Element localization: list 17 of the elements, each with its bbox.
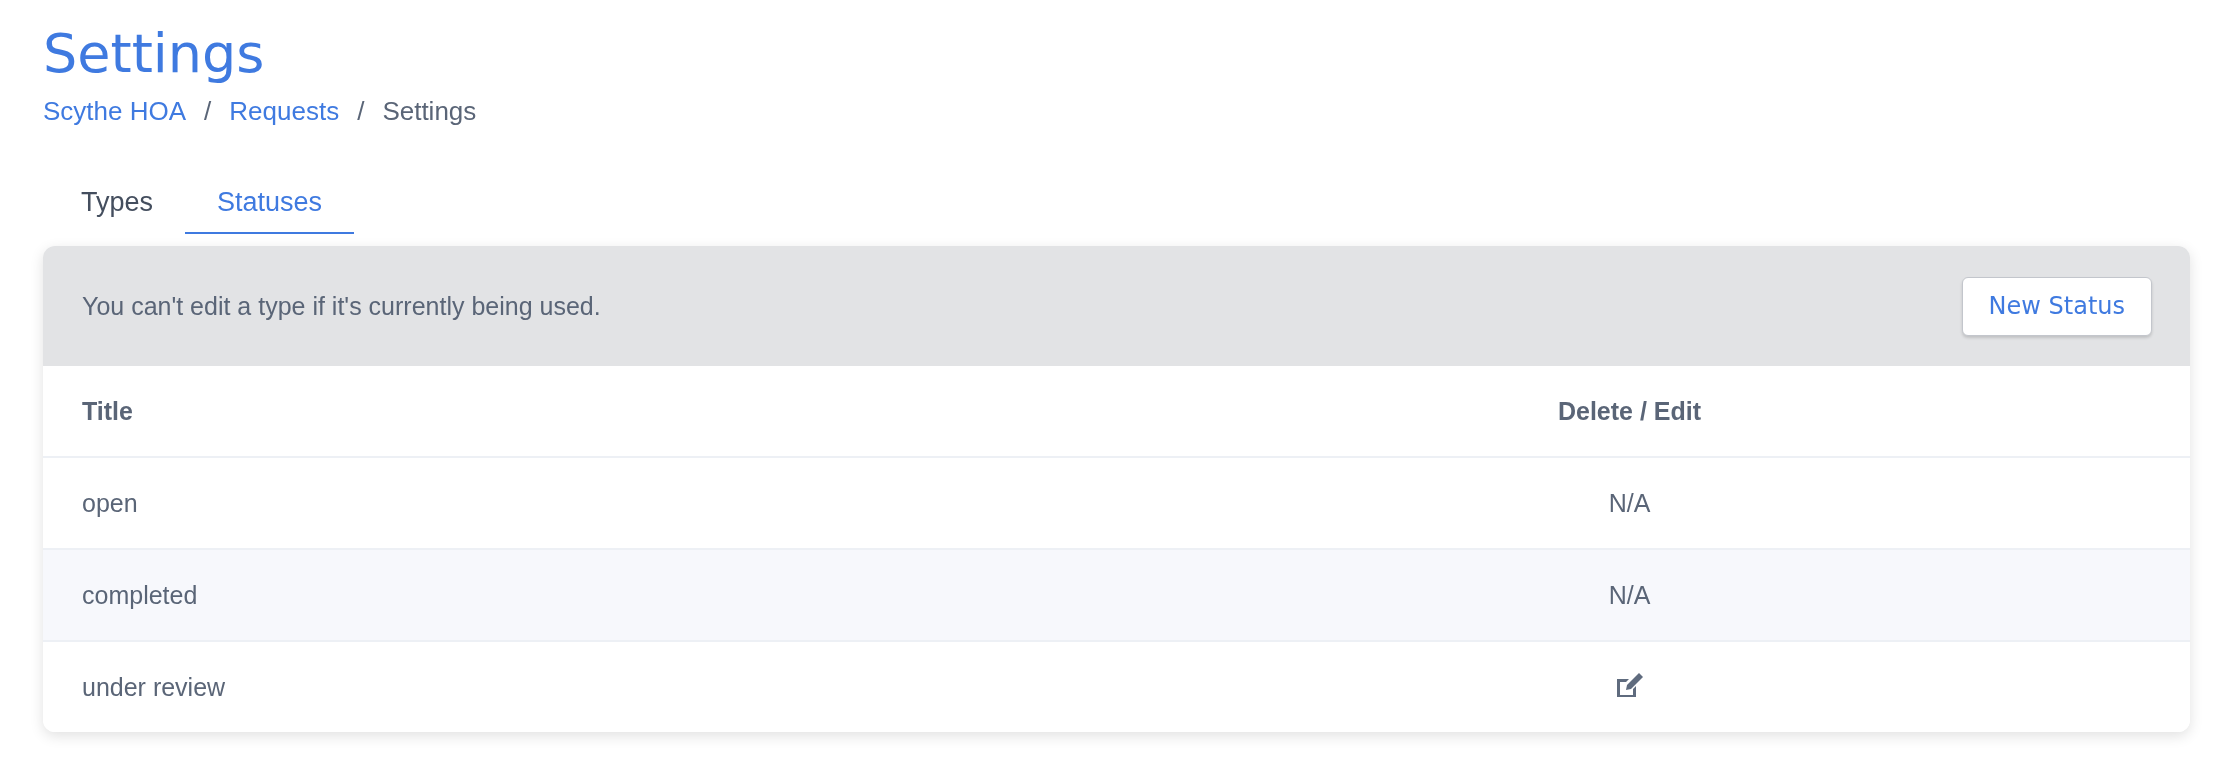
- breadcrumb-link[interactable]: Scythe HOA: [43, 96, 187, 127]
- table-cell-text: under review: [81, 672, 226, 702]
- page-title: Settings: [43, 22, 266, 86]
- breadcrumb-separator: /: [357, 96, 365, 127]
- tab[interactable]: Statuses: [185, 177, 355, 234]
- tab[interactable]: Types: [75, 177, 186, 234]
- table-cell: N/A: [1608, 580, 1651, 610]
- new-status-button[interactable]: New Status: [1961, 276, 2152, 336]
- column-header: Delete / Edit: [1557, 396, 1702, 426]
- table-cell: N/A: [1608, 488, 1651, 518]
- table-cell-text: completed: [81, 580, 198, 610]
- breadcrumb-current-page: Settings: [382, 96, 477, 127]
- breadcrumb-separator: /: [204, 96, 212, 127]
- breadcrumb-link[interactable]: Requests: [229, 96, 340, 127]
- column-header: Title: [81, 396, 133, 426]
- notice-text: You can't edit a type if it's currently being used.: [82, 291, 601, 321]
- table-cell-text: open: [81, 488, 138, 518]
